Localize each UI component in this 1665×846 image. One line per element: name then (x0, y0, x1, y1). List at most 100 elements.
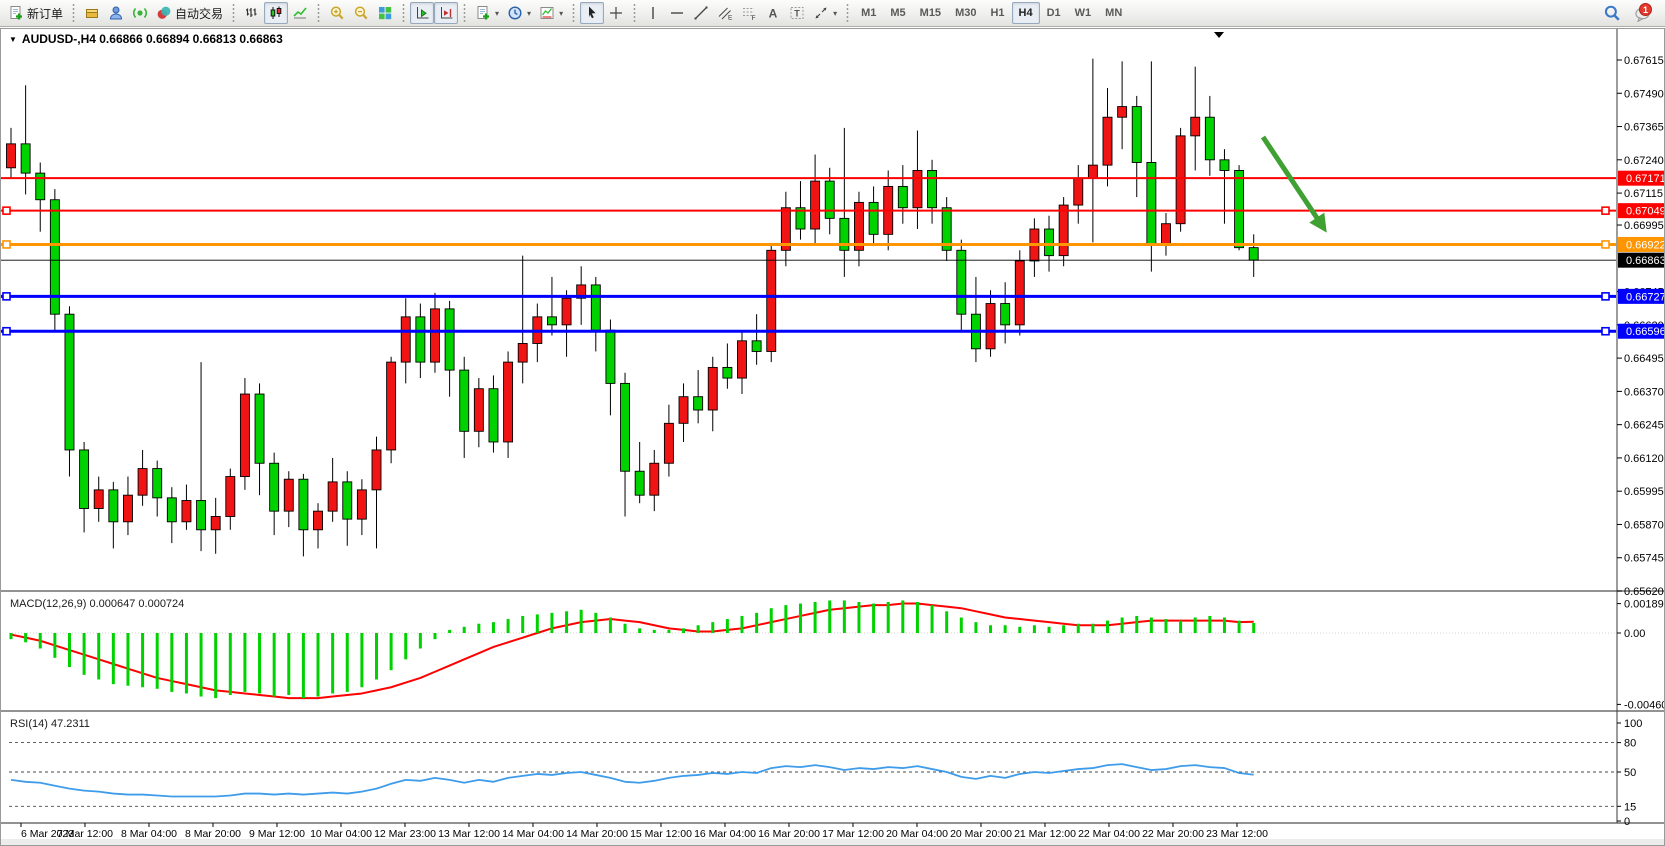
zoom-in-button[interactable] (325, 2, 349, 24)
svg-text:A: A (769, 7, 778, 21)
auto-scroll-button[interactable] (410, 2, 434, 24)
templates-button[interactable]: ▾ (535, 2, 567, 24)
fibo-icon: F (741, 5, 757, 21)
chart-canvas[interactable]: 0.676150.674900.673650.672400.671150.669… (1, 29, 1664, 845)
candle (840, 128, 849, 277)
text-label-button[interactable]: T (785, 2, 809, 24)
svg-text:15: 15 (1624, 801, 1636, 813)
candle (167, 487, 176, 543)
tf-w1-button[interactable]: W1 (1068, 2, 1099, 24)
candle (913, 131, 922, 229)
candle (767, 245, 776, 362)
text-button[interactable]: A (761, 2, 785, 24)
candle (664, 405, 673, 477)
candle (314, 503, 323, 548)
new-order-button[interactable]: 新订单 (4, 2, 67, 24)
candle (723, 343, 732, 388)
hline-handle[interactable] (1602, 207, 1609, 214)
tf-mn-button[interactable]: MN (1098, 2, 1129, 24)
notifications-button[interactable]: 1 (1631, 1, 1655, 25)
tf-d1-button[interactable]: D1 (1040, 2, 1068, 24)
data-window-button[interactable] (104, 2, 128, 24)
candle (416, 304, 425, 379)
svg-text:0: 0 (1624, 816, 1630, 828)
tf-d1-label: D1 (1047, 7, 1061, 19)
chart-window[interactable]: ▼ AUDUSD-,H4 0.66866 0.66894 0.66813 0.6… (0, 28, 1665, 846)
svg-text:T: T (794, 9, 800, 19)
text-A-icon: A (765, 5, 781, 21)
equidistant-channel-button[interactable]: E (713, 2, 737, 24)
hline-handle[interactable] (3, 207, 10, 214)
tf-h4-button[interactable]: H4 (1012, 2, 1040, 24)
hline-handle[interactable] (3, 293, 10, 300)
zoom-out-button[interactable] (349, 2, 373, 24)
vertical-line-button[interactable] (641, 2, 665, 24)
arrows-button[interactable]: ▾ (809, 2, 841, 24)
svg-text:0.001896: 0.001896 (1624, 599, 1664, 611)
candle (562, 290, 571, 357)
candle (1191, 67, 1200, 171)
indicator-add-icon (475, 5, 491, 21)
search-button[interactable] (1599, 2, 1625, 24)
scroll-end-marker[interactable] (1214, 32, 1224, 38)
horizontal-lines (1, 178, 1616, 335)
svg-text:10 Mar 04:00: 10 Mar 04:00 (310, 828, 372, 840)
candle (430, 293, 439, 373)
candle (738, 330, 747, 394)
chart-title-collapse-icon[interactable]: ▼ (9, 35, 17, 44)
auto-trading-button[interactable]: 自动交易 (152, 2, 227, 24)
cursor-button[interactable] (580, 2, 604, 24)
trendline-button[interactable] (689, 2, 713, 24)
svg-text:0.67115: 0.67115 (1624, 188, 1663, 200)
hline-handle[interactable] (1602, 241, 1609, 248)
candle (240, 378, 249, 490)
tf-m1-button[interactable]: M1 (854, 2, 883, 24)
indicators-button[interactable]: ▾ (471, 2, 503, 24)
svg-text:13 Mar 12:00: 13 Mar 12:00 (438, 828, 500, 840)
market-watch-button[interactable] (80, 2, 104, 24)
chartshift-icon (438, 5, 454, 21)
svg-text:0.67171: 0.67171 (1626, 173, 1664, 185)
svg-text:22 Mar 04:00: 22 Mar 04:00 (1078, 828, 1140, 840)
svg-text:8 Mar 04:00: 8 Mar 04:00 (121, 828, 177, 840)
trend-arrow-annotation[interactable] (1263, 137, 1327, 233)
candle-chart-mode-button[interactable] (264, 2, 288, 24)
candle (781, 192, 790, 267)
tf-m30-button[interactable]: M30 (948, 2, 983, 24)
pane-borders (1, 29, 1664, 845)
rsi-pane (9, 743, 1616, 807)
svg-text:F: F (752, 15, 756, 21)
fibonacci-button[interactable]: F (737, 2, 761, 24)
line-chart-mode-button[interactable] (288, 2, 312, 24)
periods-button[interactable]: ▾ (503, 2, 535, 24)
candle (1059, 197, 1068, 266)
bar-chart-mode-button[interactable] (240, 2, 264, 24)
candle (811, 154, 820, 244)
svg-text:0.67365: 0.67365 (1624, 122, 1664, 134)
svg-text:0.67049: 0.67049 (1626, 206, 1664, 218)
crosshair-button[interactable] (604, 2, 628, 24)
candle (401, 298, 410, 383)
horizontal-line-button[interactable] (665, 2, 689, 24)
svg-text:0.66995: 0.66995 (1624, 220, 1664, 232)
tf-h1-button[interactable]: H1 (983, 2, 1011, 24)
hline-handle[interactable] (1602, 293, 1609, 300)
hline-handle[interactable] (3, 241, 10, 248)
svg-text:21 Mar 12:00: 21 Mar 12:00 (1014, 828, 1076, 840)
hline-handle[interactable] (1602, 328, 1609, 335)
tf-m15-button[interactable]: M15 (913, 2, 948, 24)
clock-icon (507, 5, 523, 21)
tf-m5-button[interactable]: M5 (883, 2, 912, 24)
candle (869, 186, 878, 245)
hline-handle[interactable] (3, 328, 10, 335)
toolbar-separator (844, 3, 851, 23)
tile-windows-button[interactable] (373, 2, 397, 24)
svg-text:14 Mar 04:00: 14 Mar 04:00 (502, 828, 564, 840)
time-axis[interactable]: 6 Mar 20237 Mar 12:008 Mar 04:008 Mar 20… (21, 823, 1268, 840)
page-new-icon (8, 5, 24, 21)
new-order-label: 新订单 (27, 5, 63, 22)
signals-button[interactable] (128, 2, 152, 24)
chart-shift-button[interactable] (434, 2, 458, 24)
candle (1205, 96, 1214, 176)
svg-text:23 Mar 12:00: 23 Mar 12:00 (1206, 828, 1268, 840)
